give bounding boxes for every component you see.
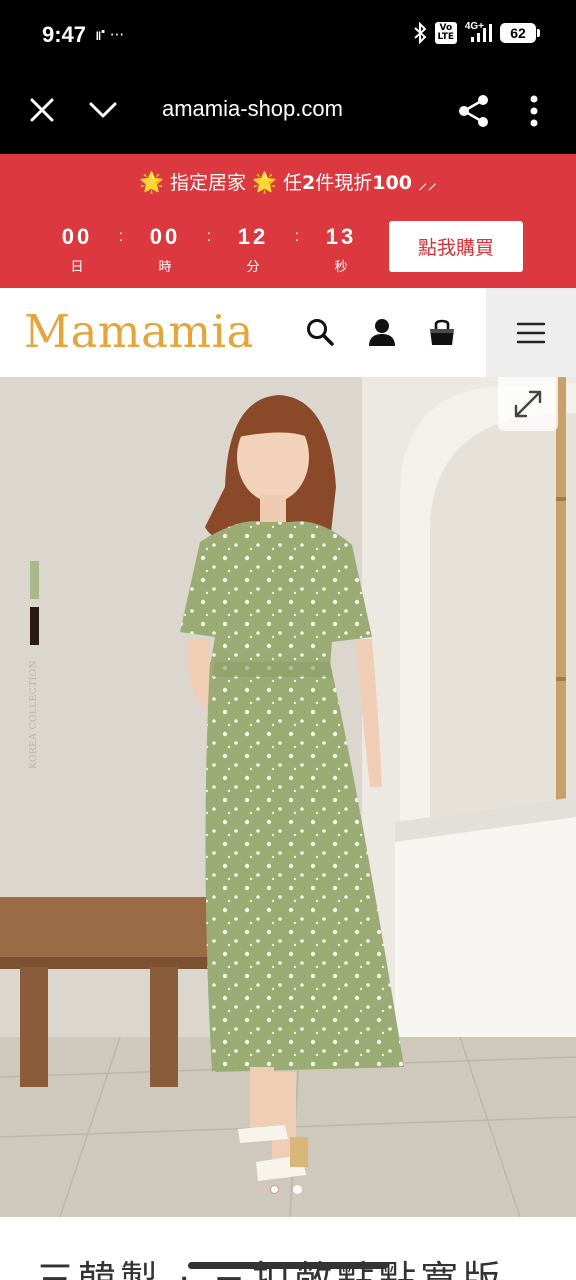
collection-label: KOREA COLLECTION xyxy=(29,659,39,769)
countdown-timer: 00 日 : 00 時 : 12 分 : 13 秒 xyxy=(48,224,370,275)
chevron-down-icon[interactable] xyxy=(88,96,118,124)
carousel-dot-active[interactable] xyxy=(270,1185,279,1194)
promo-text-suffix: ⸝⸝ xyxy=(411,172,437,194)
star-icon: 🌟 xyxy=(139,170,164,194)
promo-banner: 🌟 指定居家 🌟 任2件現折100 ⸝⸝ 00 日 : 00 時 : 12 分 … xyxy=(0,154,576,288)
promo-count: 2 xyxy=(302,172,316,194)
countdown-value: 12 xyxy=(237,224,269,249)
search-icon[interactable] xyxy=(304,316,336,348)
countdown-days: 00 日 xyxy=(48,224,106,275)
status-notification-icons: ⑈ ··· xyxy=(96,26,125,44)
volte-icon: Vo LTE xyxy=(434,22,457,44)
countdown-minutes: 12 分 xyxy=(224,224,282,275)
countdown-separator: : xyxy=(118,228,124,245)
browser-toolbar: amamia-shop.com xyxy=(0,72,576,154)
promo-discount: 100 xyxy=(372,172,412,194)
bluetooth-icon xyxy=(413,22,427,44)
share-icon[interactable] xyxy=(458,94,490,128)
battery-indicator: 62 xyxy=(500,23,540,43)
home-indicator[interactable] xyxy=(188,1262,388,1269)
promo-text-mid2: 件現折 xyxy=(315,172,373,194)
shopping-bag-icon[interactable] xyxy=(426,316,458,348)
status-time: 9:47 xyxy=(42,22,87,47)
countdown-label: 秒 xyxy=(334,260,348,275)
countdown-hours: 00 時 xyxy=(136,224,194,275)
network-type: 4G+ xyxy=(464,20,484,32)
countdown-separator: : xyxy=(294,228,300,245)
countdown-seconds: 13 秒 xyxy=(312,224,370,275)
carousel-pagination xyxy=(270,1185,302,1194)
site-header: Mamamia xyxy=(0,288,576,377)
carousel-dot[interactable] xyxy=(293,1185,302,1194)
buy-now-button[interactable]: 點我購買 xyxy=(389,221,523,272)
hamburger-menu-icon[interactable] xyxy=(486,288,576,377)
countdown-value: 13 xyxy=(325,224,357,249)
promo-text: 🌟 指定居家 🌟 任2件現折100 ⸝⸝ xyxy=(0,168,576,195)
collection-label-wrapper: KOREA COLLECTION xyxy=(15,649,55,769)
product-photo xyxy=(0,377,576,1217)
color-swatch-green xyxy=(30,561,39,599)
countdown-separator: : xyxy=(206,228,212,245)
promo-text-mid: 任 xyxy=(282,172,302,194)
product-info: 三韓製 ‧ 三扣敞點點寬版 xyxy=(0,1217,576,1280)
color-swatch-brown xyxy=(30,607,39,645)
url-field[interactable]: amamia-shop.com xyxy=(162,96,343,122)
countdown-label: 分 xyxy=(246,260,260,275)
status-bar: 9:47 ⑈ ··· Vo LTE 4G+ 62 xyxy=(0,0,576,72)
more-vert-icon[interactable] xyxy=(524,94,544,128)
close-icon[interactable] xyxy=(28,96,56,124)
signal-icon: 4G+ xyxy=(464,20,492,43)
site-logo[interactable]: Mamamia xyxy=(24,306,254,358)
promo-text-prefix: 指定居家 xyxy=(169,172,246,194)
status-right-group: Vo LTE 4G+ 62 xyxy=(413,20,540,44)
star-icon: 🌟 xyxy=(252,170,277,194)
product-image-carousel[interactable]: KOREA COLLECTION xyxy=(0,377,576,1217)
countdown-value: 00 xyxy=(149,224,181,249)
user-icon[interactable] xyxy=(366,316,398,348)
countdown-label: 日 xyxy=(70,260,84,275)
countdown-label: 時 xyxy=(158,260,172,275)
countdown-value: 00 xyxy=(61,224,93,249)
expand-icon[interactable] xyxy=(498,377,558,431)
